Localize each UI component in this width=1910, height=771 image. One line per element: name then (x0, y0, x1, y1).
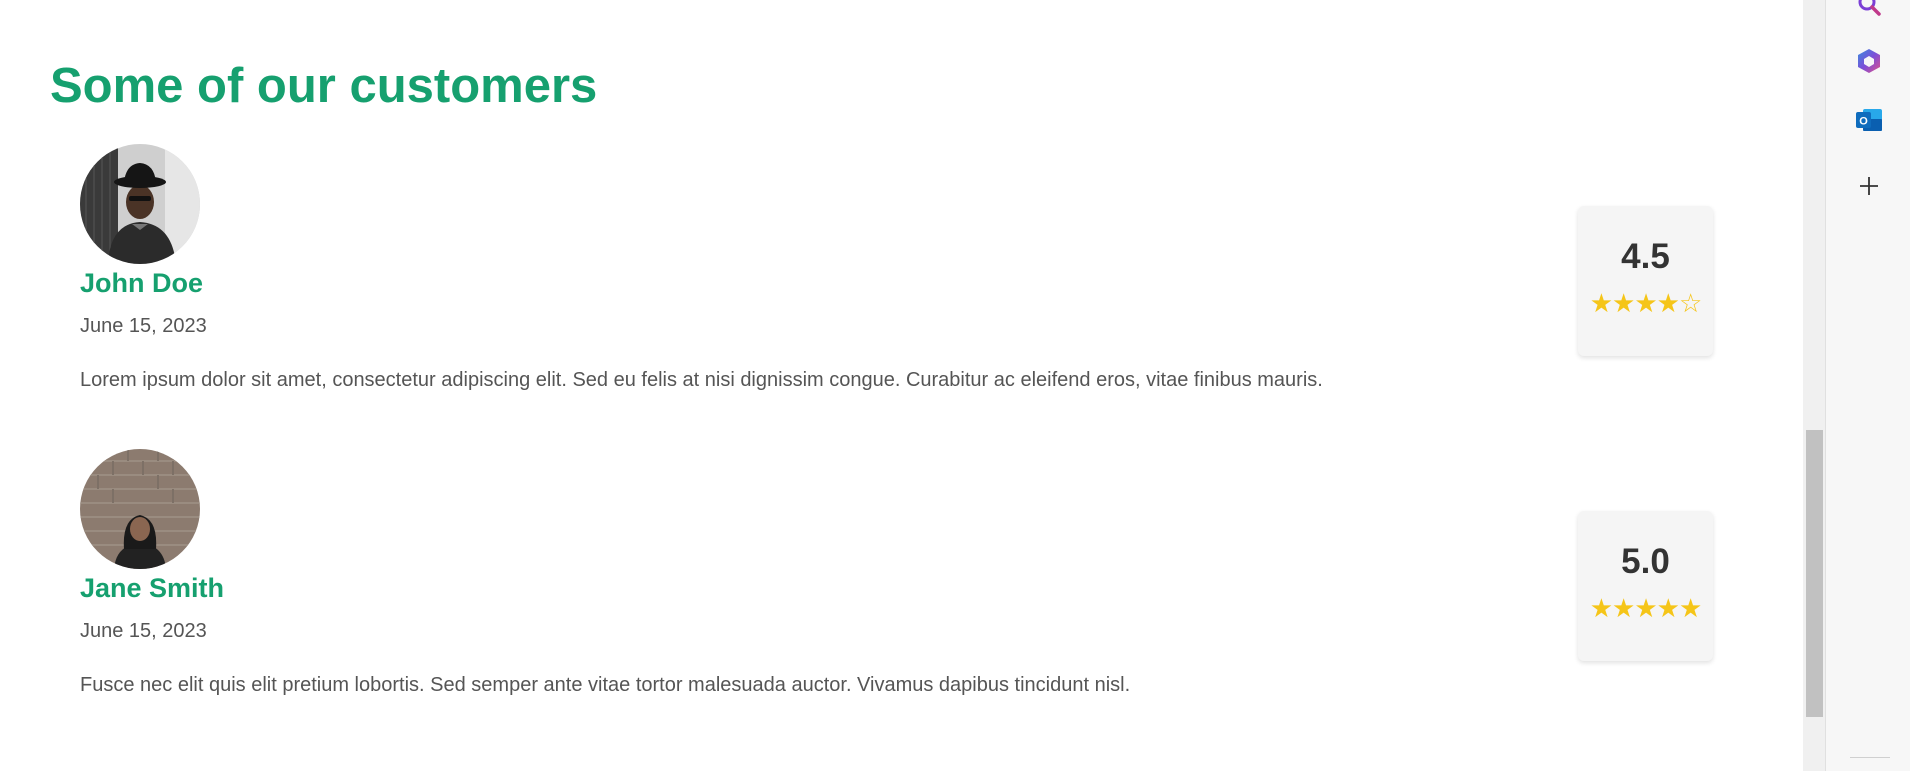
vertical-scrollbar[interactable] (1803, 0, 1825, 771)
rating-stars: ★★★★★ (1578, 594, 1713, 624)
rating-stars: ★★★★☆ (1578, 289, 1713, 319)
avatar (80, 144, 200, 264)
star-icon: ★ (1634, 594, 1657, 624)
star-outline-icon: ☆ (1678, 289, 1702, 319)
reviewer-name: John Doe (80, 268, 204, 298)
search-button[interactable] (1851, 0, 1887, 22)
review-card: Jane Smith June 15, 2023 Fusce nec elit … (80, 449, 1715, 729)
star-icon: ★ (1589, 289, 1613, 319)
rating-card: 5.0 ★★★★★ (1578, 511, 1713, 661)
copilot-button[interactable] (1851, 43, 1887, 79)
star-icon: ★ (1678, 594, 1702, 624)
reviewer-name: Jane Smith (80, 573, 225, 603)
rating-card: 4.5 ★★★★☆ (1578, 206, 1713, 356)
avatar (80, 449, 200, 569)
add-icon (1860, 177, 1878, 195)
scrollbar-thumb[interactable] (1806, 430, 1823, 717)
star-icon: ★ (1656, 289, 1680, 319)
search-icon (1858, 0, 1881, 16)
page-content: Some of our customers John Doe June 15, … (0, 0, 1803, 771)
star-icon: ★ (1634, 289, 1657, 319)
browser-side-panel: O (1825, 0, 1910, 771)
add-button[interactable] (1851, 168, 1887, 204)
review-date: June 15, 2023 (80, 620, 207, 642)
star-icon: ★ (1612, 594, 1635, 624)
panel-divider (1850, 757, 1890, 758)
review-card: John Doe June 15, 2023 Lorem ipsum dolor… (80, 144, 1715, 424)
star-icon: ★ (1656, 594, 1680, 624)
star-icon: ★ (1589, 594, 1613, 624)
rating-score: 4.5 (1621, 237, 1670, 276)
rating-score: 5.0 (1621, 542, 1670, 581)
review-text: Lorem ipsum dolor sit amet, consectetur … (80, 369, 1323, 391)
copilot-icon (1858, 49, 1880, 73)
review-text: Fusce nec elit quis elit pretium loborti… (80, 674, 1131, 696)
outlook-button[interactable]: O (1851, 102, 1887, 138)
outlook-icon: O (1856, 109, 1882, 131)
browser-window: Some of our customers John Doe June 15, … (0, 0, 1910, 771)
section-title: Some of our customers (50, 59, 598, 113)
svg-text:O: O (1859, 116, 1868, 128)
review-date: June 15, 2023 (80, 315, 207, 337)
star-icon: ★ (1612, 289, 1635, 319)
